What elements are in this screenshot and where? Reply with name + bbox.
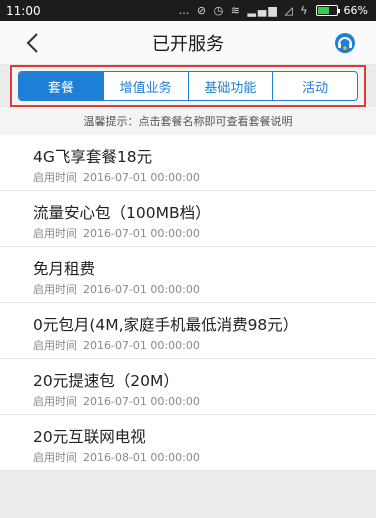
- item-title[interactable]: 20元提速包（20M）: [33, 371, 376, 391]
- tab-bar-highlight: 套餐 增值业务 基础功能 活动: [10, 65, 366, 107]
- time-value: 2016-07-01 00:00:00: [83, 227, 200, 240]
- headset-icon: [335, 33, 355, 53]
- item-time: 启用时间 2016-07-01 00:00:00: [33, 281, 376, 297]
- tab-value-added[interactable]: 增值业务: [102, 72, 188, 100]
- time-value: 2016-07-01 00:00:00: [83, 171, 200, 184]
- tab-activities[interactable]: 活动: [272, 72, 357, 100]
- customer-service-button[interactable]: [334, 32, 356, 54]
- item-title[interactable]: 0元包月(4M,家庭手机最低消费98元）: [33, 315, 376, 335]
- nav-bar: 已开服务: [0, 21, 376, 65]
- status-time: 11:00: [6, 3, 41, 18]
- item-title[interactable]: 20元互联网电视: [33, 427, 376, 447]
- item-title[interactable]: 4G飞享套餐18元: [33, 147, 376, 167]
- battery-icon: [315, 5, 340, 16]
- tab-bar: 套餐 增值业务 基础功能 活动: [18, 71, 358, 101]
- time-label: 启用时间: [33, 395, 77, 408]
- time-label: 启用时间: [33, 171, 77, 184]
- status-icons: … ⊘ ◷ ≋ ▂▄▆ ◿ ϟ: [178, 4, 310, 17]
- service-list: 4G飞享套餐18元 启用时间 2016-07-01 00:00:00 流量安心包（…: [0, 135, 376, 471]
- chevron-left-icon: [26, 33, 38, 53]
- list-item[interactable]: 4G飞享套餐18元 启用时间 2016-07-01 00:00:00: [0, 135, 376, 191]
- tip-text: 温馨提示：点击套餐名称即可查看套餐说明: [0, 107, 376, 135]
- item-time: 启用时间 2016-07-01 00:00:00: [33, 169, 376, 185]
- list-item[interactable]: 免月租费 启用时间 2016-07-01 00:00:00: [0, 247, 376, 303]
- time-label: 启用时间: [33, 451, 77, 464]
- list-item[interactable]: 流量安心包（100MB档） 启用时间 2016-07-01 00:00:00: [0, 191, 376, 247]
- item-time: 启用时间 2016-07-01 00:00:00: [33, 393, 376, 409]
- time-label: 启用时间: [33, 339, 77, 352]
- time-label: 启用时间: [33, 283, 77, 296]
- item-time: 启用时间 2016-08-01 00:00:00: [33, 449, 376, 465]
- list-item[interactable]: 20元互联网电视 启用时间 2016-08-01 00:00:00: [0, 415, 376, 471]
- time-value: 2016-07-01 00:00:00: [83, 339, 200, 352]
- list-item[interactable]: 20元提速包（20M） 启用时间 2016-07-01 00:00:00: [0, 359, 376, 415]
- status-indicators: … ⊘ ◷ ≋ ▂▄▆ ◿ ϟ 66%: [178, 4, 368, 17]
- back-button[interactable]: [20, 30, 44, 56]
- time-value: 2016-08-01 00:00:00: [83, 451, 200, 464]
- tab-package[interactable]: 套餐: [19, 72, 103, 100]
- list-item[interactable]: 0元包月(4M,家庭手机最低消费98元） 启用时间 2016-07-01 00:0…: [0, 303, 376, 359]
- time-value: 2016-07-01 00:00:00: [83, 283, 200, 296]
- status-bar: 11:00 … ⊘ ◷ ≋ ▂▄▆ ◿ ϟ 66%: [0, 0, 376, 21]
- tab-basic-functions[interactable]: 基础功能: [187, 72, 273, 100]
- time-value: 2016-07-01 00:00:00: [83, 395, 200, 408]
- item-time: 启用时间 2016-07-01 00:00:00: [33, 337, 376, 353]
- page-title: 已开服务: [152, 33, 224, 55]
- battery-fill: [317, 7, 330, 14]
- battery-percent: 66%: [343, 4, 368, 17]
- item-title[interactable]: 免月租费: [33, 259, 376, 279]
- time-label: 启用时间: [33, 227, 77, 240]
- item-title[interactable]: 流量安心包（100MB档）: [33, 203, 376, 223]
- item-time: 启用时间 2016-07-01 00:00:00: [33, 225, 376, 241]
